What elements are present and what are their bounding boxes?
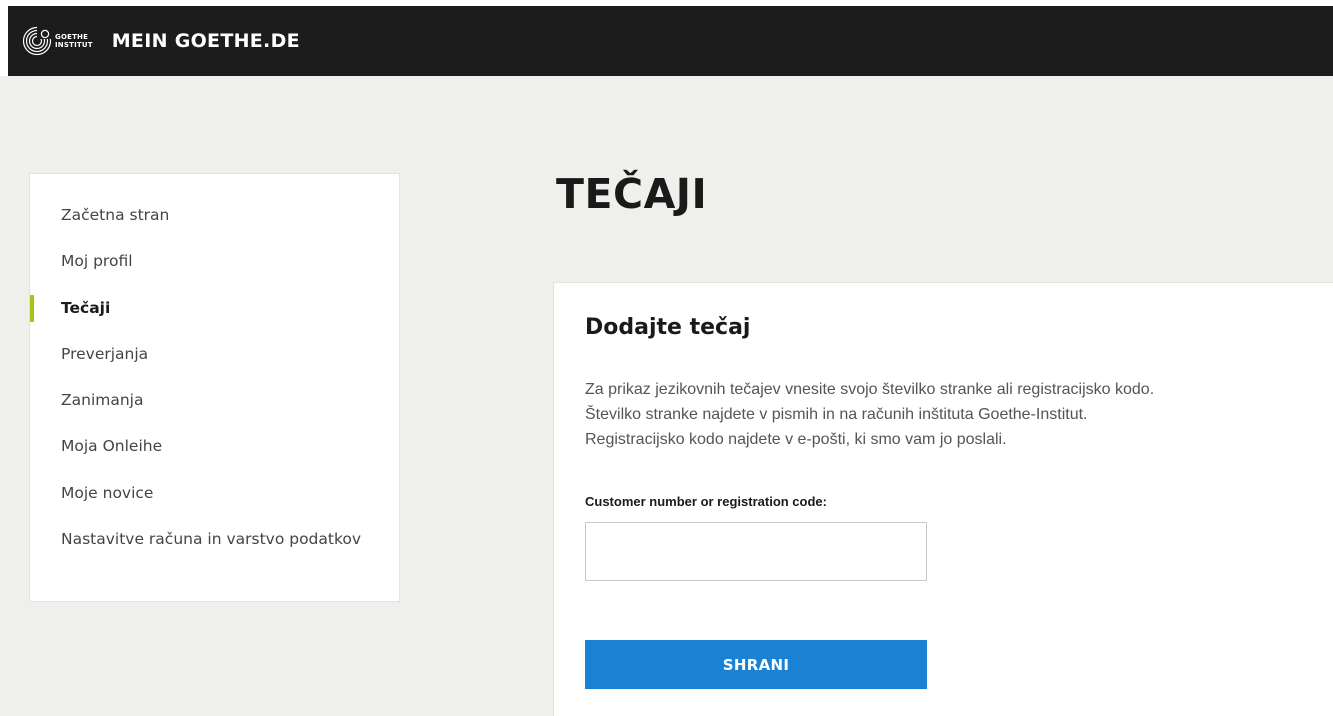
sidebar-item-onleihe[interactable]: Moja Onleihe [30,435,399,457]
card-description: Za prikaz jezikovnih tečajev vnesite svo… [585,377,1315,452]
logo-line2: INSTITUT [55,41,93,49]
customer-number-input[interactable] [585,522,927,581]
site-title[interactable]: MEIN GOETHE.DE [112,30,300,52]
goethe-logo[interactable]: GOETHE INSTITUT [22,26,93,56]
sidebar-item-interests[interactable]: Zanimanja [30,389,399,411]
header-bar: GOETHE INSTITUT MEIN GOETHE.DE [8,6,1333,76]
sidebar-item-newsletters[interactable]: Moje novice [30,482,399,504]
description-line: Registracijsko kodo najdete v e-pošti, k… [585,431,1007,448]
sidebar-item-exams[interactable]: Preverjanja [30,343,399,365]
page-title: TEČAJI [556,170,708,218]
description-line: Za prikaz jezikovnih tečajev vnesite svo… [585,381,1155,398]
logo-line1: GOETHE [55,33,89,41]
sidebar-item-profile[interactable]: Moj profil [30,250,399,272]
top-header: GOETHE INSTITUT MEIN GOETHE.DE [0,0,1333,76]
sidebar: Začetna stran Moj profil Tečaji Preverja… [29,173,400,602]
sidebar-nav: Začetna stran Moj profil Tečaji Preverja… [30,204,399,574]
logo-wordmark: GOETHE INSTITUT [55,33,93,49]
description-line: Številko stranke najdete v pismih in na … [585,406,1088,423]
customer-number-label: Customer number or registration code: [585,494,827,509]
save-button[interactable]: SHRANI [585,640,927,689]
add-course-card: Dodajte tečaj Za prikaz jezikovnih tečaj… [553,282,1333,716]
sidebar-item-home[interactable]: Začetna stran [30,204,399,226]
goethe-logo-icon [22,26,52,56]
sidebar-item-account-settings[interactable]: Nastavitve računa in varstvo podatkov [30,528,399,550]
sidebar-item-courses[interactable]: Tečaji [30,294,399,322]
card-title: Dodajte tečaj [585,315,751,340]
